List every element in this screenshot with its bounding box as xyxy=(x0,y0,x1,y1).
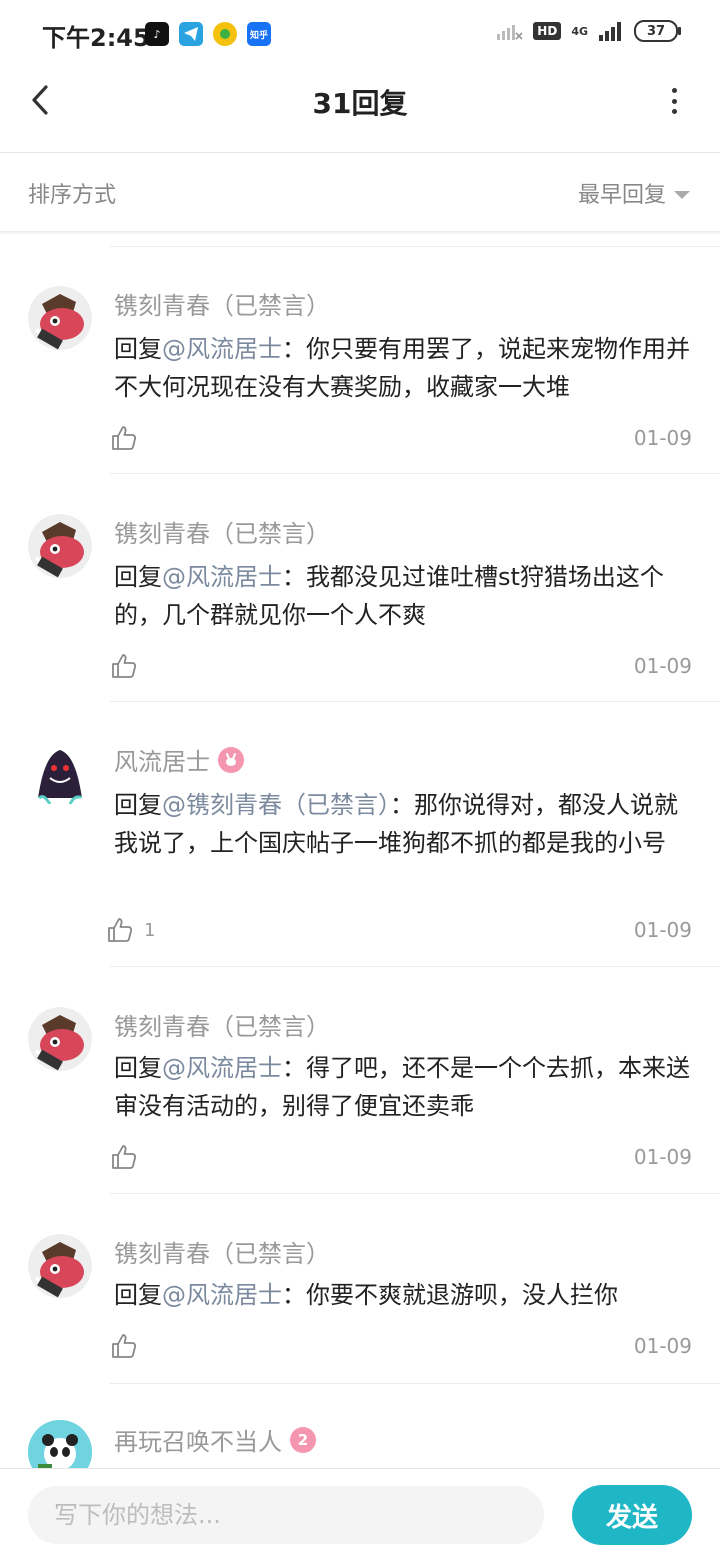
status-time: 下午2:45 xyxy=(42,24,150,52)
thumbs-up-icon xyxy=(112,1145,137,1169)
avatar[interactable] xyxy=(28,1420,92,1468)
avatar[interactable] xyxy=(28,1007,92,1071)
thumbs-up-icon xyxy=(112,654,137,678)
like-count: 1 xyxy=(144,919,156,941)
comment-author[interactable]: 镌刻青春（已禁言） xyxy=(114,1007,330,1042)
mention-link[interactable]: @风流居士 xyxy=(162,1054,282,1082)
sort-bar: 排序方式 最早回复 xyxy=(0,153,720,231)
comment-date: 01-09 xyxy=(633,1145,692,1169)
sort-bar-shadow xyxy=(0,231,720,235)
reply-prefix: 回复 xyxy=(114,335,162,363)
comment-item: 再玩召唤不当人 2 xyxy=(0,1384,720,1468)
send-button[interactable]: 发送 xyxy=(572,1485,692,1545)
more-dot-icon xyxy=(671,88,677,93)
sort-label: 排序方式 xyxy=(28,183,117,208)
thumbs-up-icon xyxy=(112,426,137,450)
like-button[interactable] xyxy=(110,1143,148,1171)
author-name: 镌刻青春（已禁言） xyxy=(114,1240,330,1268)
like-button[interactable] xyxy=(110,652,148,680)
reply-prefix: 回复 xyxy=(114,563,162,591)
comment-author[interactable]: 镌刻青春（已禁言） xyxy=(114,514,330,549)
comment-item: 风流居士 回复@镌刻青春（已禁言）：那你说得对，都没人说就我说了，上个国庆帖子一… xyxy=(0,702,720,966)
wifi-signal-icon xyxy=(497,25,523,40)
zhihu-icon: 知乎 xyxy=(247,22,271,46)
comment-author[interactable]: 再玩召唤不当人 2 xyxy=(114,1422,316,1457)
comment-author[interactable]: 镌刻青春（已禁言） xyxy=(114,286,330,321)
qq-browser-icon xyxy=(213,22,237,46)
avatar[interactable] xyxy=(28,286,92,350)
comment-text: 回复@风流居士：你要不爽就退游呗，没人拦你 xyxy=(114,1276,694,1314)
reply-prefix: 回复 xyxy=(114,1054,162,1082)
network-type: 4G xyxy=(571,24,588,38)
comment-item: 镌刻青春（已禁言） 回复@风流居士：我都没见过谁吐槽st狩猎场出这个的，几个群就… xyxy=(0,474,720,702)
page-title: 31回复 xyxy=(312,87,408,120)
comment-text: 回复@风流居士：得了吧，还不是一个个去抓，本来送审没有活动的，别得了便宜还卖乖 xyxy=(114,1049,694,1125)
comment-input[interactable] xyxy=(28,1486,544,1544)
sort-dropdown[interactable]: 最早回复 xyxy=(578,177,690,209)
like-button[interactable] xyxy=(110,424,148,452)
more-options-button[interactable] xyxy=(664,84,684,118)
caret-down-icon xyxy=(674,191,690,199)
comment-item: 镌刻青春（已禁言） 回复@风流居士：你只要有用罢了，说起来宠物作用并不大何况现在… xyxy=(0,246,720,474)
author-name: 镌刻青春（已禁言） xyxy=(114,520,330,548)
author-name: 再玩召唤不当人 xyxy=(114,1428,282,1456)
status-app-icons: ♪ 知乎 xyxy=(145,22,271,46)
author-name: 镌刻青春（已禁言） xyxy=(114,292,330,320)
battery-indicator: 37 xyxy=(634,20,681,42)
mention-link[interactable]: @风流居士 xyxy=(162,335,282,363)
telegram-icon xyxy=(179,22,203,46)
comment-author[interactable]: 镌刻青春（已禁言） xyxy=(114,1234,330,1269)
comment-text: 回复@风流居士：我都没见过谁吐槽st狩猎场出这个的，几个群就见你一个人不爽 xyxy=(114,558,694,634)
mention-link[interactable]: @风流居士 xyxy=(162,563,282,591)
comment-date: 01-09 xyxy=(633,918,692,942)
sort-selected-value: 最早回复 xyxy=(577,183,666,208)
avatar[interactable] xyxy=(28,1234,92,1298)
hd-badge: HD xyxy=(533,22,562,40)
status-bar: 下午2:45 ♪ 知乎 HD 4G 37 xyxy=(0,0,720,68)
thumbs-up-icon xyxy=(112,1334,137,1358)
mention-link[interactable]: @镌刻青春（已禁言） xyxy=(162,791,390,819)
author-name: 镌刻青春（已禁言） xyxy=(114,1013,330,1041)
cell-signal-icon xyxy=(599,22,621,41)
comment-author[interactable]: 风流居士 xyxy=(114,742,244,777)
mention-link[interactable]: @风流居士 xyxy=(162,1281,282,1309)
avatar[interactable] xyxy=(28,742,92,806)
comment-content: ：你要不爽就退游呗，没人拦你 xyxy=(282,1281,618,1309)
tiktok-icon: ♪ xyxy=(145,22,169,46)
comment-date: 01-09 xyxy=(633,1334,692,1358)
author-name: 风流居士 xyxy=(114,748,210,776)
status-indicators: HD 4G 37 xyxy=(495,20,681,42)
reply-prefix: 回复 xyxy=(114,791,162,819)
level-badge: 2 xyxy=(290,1426,316,1453)
comment-compose-bar: 发送 xyxy=(0,1468,720,1561)
comment-item: 镌刻青春（已禁言） 回复@风流居士：得了吧，还不是一个个去抓，本来送审没有活动的… xyxy=(0,967,720,1195)
more-dot-icon xyxy=(671,109,677,114)
avatar[interactable] xyxy=(28,514,92,578)
rabbit-badge-icon xyxy=(218,746,244,773)
thumbs-up-icon xyxy=(108,918,133,942)
like-button[interactable]: 1 xyxy=(106,916,155,944)
comment-item: 镌刻青春（已禁言） 回复@风流居士：你要不爽就退游呗，没人拦你 01-09 xyxy=(0,1194,720,1384)
reply-prefix: 回复 xyxy=(114,1281,162,1309)
top-header: 31回复 xyxy=(0,68,720,152)
like-button[interactable] xyxy=(110,1332,148,1360)
comment-text: 回复@风流居士：你只要有用罢了，说起来宠物作用并不大何况现在没有大赛奖励，收藏家… xyxy=(114,330,694,406)
comment-date: 01-09 xyxy=(633,654,692,678)
comment-text: 回复@镌刻青春（已禁言）：那你说得对，都没人说就我说了，上个国庆帖子一堆狗都不抓… xyxy=(114,786,694,862)
more-dot-icon xyxy=(671,98,677,104)
comment-date: 01-09 xyxy=(633,426,692,450)
